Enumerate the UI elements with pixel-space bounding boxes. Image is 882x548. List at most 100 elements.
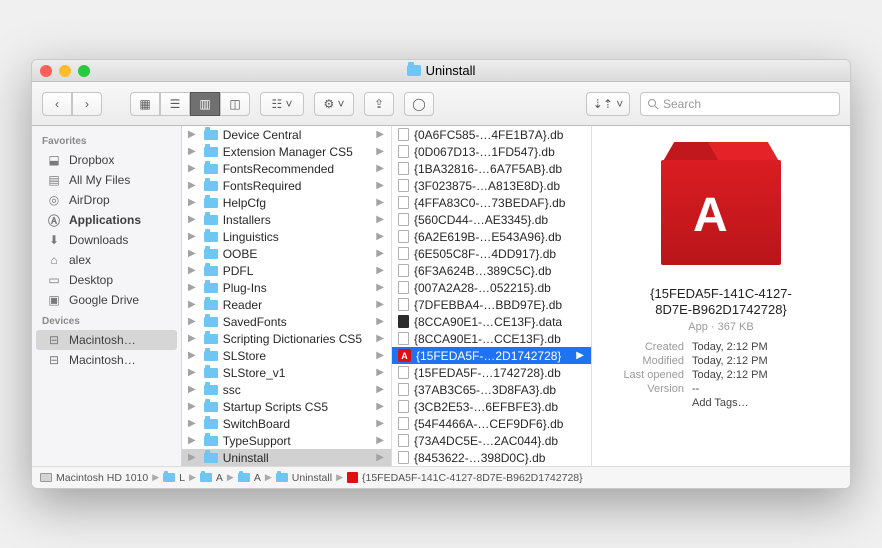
sidebar-item-alex[interactable]: ⌂alex [32, 250, 181, 270]
sidebar-item-label: Google Drive [69, 293, 139, 307]
file-row[interactable]: {560CD44-…AE3345}.db [392, 211, 591, 228]
folder-row[interactable]: ▶Uninstall▶ [182, 449, 391, 466]
file-row[interactable]: {8453622-…398D0C}.db [392, 449, 591, 466]
folder-row[interactable]: ▶Reader▶ [182, 296, 391, 313]
file-row[interactable]: {1BA32816-…6A7F5AB}.db [392, 160, 591, 177]
sidebar-item-airdrop[interactable]: ◎AirDrop [32, 190, 181, 210]
sidebar-item-dropbox[interactable]: ⬓Dropbox [32, 150, 181, 170]
sidebar-device-0[interactable]: ⊟Macintosh… [36, 330, 177, 350]
folder-row[interactable]: ▶PDFL▶ [182, 262, 391, 279]
file-name: {6E505C8F-…4DD917}.db [414, 247, 556, 261]
file-row[interactable]: {37AB3C65-…3D8FA3}.db [392, 381, 591, 398]
sidebar-item-googledrive[interactable]: ▣Google Drive [32, 290, 181, 310]
view-column-button[interactable]: ▥ [190, 92, 220, 116]
view-coverflow-button[interactable]: ◫ [220, 92, 250, 116]
path-segment[interactable]: Macintosh HD 1010 [56, 472, 148, 484]
sidebar-device-1[interactable]: ⊟Macintosh… [32, 350, 181, 370]
arrange-button[interactable]: ☷ ˅ [260, 92, 304, 116]
file-row[interactable]: {0D067D13-…1FD547}.db [392, 143, 591, 160]
file-row[interactable]: {7DFEBBA4-…BBD97E}.db [392, 296, 591, 313]
expand-icon: ▶ [188, 316, 196, 327]
file-row[interactable]: {4FFA83C0-…73BEDAF}.db [392, 194, 591, 211]
tags-button[interactable]: ◯ [404, 92, 434, 116]
folder-name: SavedFonts [223, 315, 287, 329]
file-row[interactable]: {3F023875-…A813E8D}.db [392, 177, 591, 194]
folder-row[interactable]: ▶Plug-Ins▶ [182, 279, 391, 296]
sidebar-item-allmyfiles[interactable]: ▤All My Files [32, 170, 181, 190]
file-icon [398, 128, 409, 141]
action-button[interactable]: ⚙ ˅ [314, 92, 354, 116]
folder-name: HelpCfg [223, 196, 266, 210]
sidebar-heading-favorites: Favorites [32, 130, 181, 150]
file-icon [398, 383, 409, 396]
folder-row[interactable]: ▶OOBE▶ [182, 245, 391, 262]
folder-row[interactable]: ▶Scripting Dictionaries CS5▶ [182, 330, 391, 347]
file-row[interactable]: {0A6FC585-…4FE1B7A}.db [392, 126, 591, 143]
dropbox-icon: ⬓ [46, 153, 62, 167]
forward-button[interactable]: › [72, 92, 102, 116]
file-row[interactable]: {3CB2E53-…6EFBFE3}.db [392, 398, 591, 415]
folder-row[interactable]: ▶Linguistics▶ [182, 228, 391, 245]
close-button[interactable] [40, 65, 52, 77]
folder-row[interactable]: ▶FontsRequired▶ [182, 177, 391, 194]
file-name: {54F4466A-…CEF9DF6}.db [414, 417, 563, 431]
folder-row[interactable]: ▶SLStore_v1▶ [182, 364, 391, 381]
sidebar-item-label: Macintosh… [69, 353, 136, 367]
file-row[interactable]: {6F3A624B…389C5C}.db [392, 262, 591, 279]
path-segment[interactable]: Uninstall [292, 472, 332, 484]
folder-row[interactable]: ▶SavedFonts▶ [182, 313, 391, 330]
add-tags-link[interactable]: Add Tags… [692, 397, 836, 409]
path-separator-icon: ▶ [265, 472, 272, 483]
home-icon: ⌂ [46, 253, 62, 267]
folder-name: Linguistics [223, 230, 279, 244]
sidebar: Favorites ⬓Dropbox▤All My Files◎AirDropⒶ… [32, 126, 182, 466]
path-segment[interactable]: A [254, 472, 261, 484]
dropbox-button[interactable]: ⇣⇡ ˅ [586, 92, 630, 116]
share-button[interactable]: ⇪ [364, 92, 394, 116]
folder-icon [238, 473, 250, 482]
file-row[interactable]: {15FEDA5F-…1742728}.db [392, 364, 591, 381]
path-segment[interactable]: L [179, 472, 185, 484]
folder-row[interactable]: ▶Device Central▶ [182, 126, 391, 143]
folder-row[interactable]: ▶SwitchBoard▶ [182, 415, 391, 432]
file-row[interactable]: A{15FEDA5F-…2D1742728}▶ [392, 347, 591, 364]
folder-row[interactable]: ▶Startup Scripts CS5▶ [182, 398, 391, 415]
meta-version-label: Version [606, 383, 684, 395]
titlebar[interactable]: Uninstall [32, 60, 850, 82]
minimize-button[interactable] [59, 65, 71, 77]
zoom-button[interactable] [78, 65, 90, 77]
path-segment[interactable]: {15FEDA5F-141C-4127-8D7E-B962D1742728} [362, 472, 583, 484]
folder-row[interactable]: ▶Installers▶ [182, 211, 391, 228]
search-input[interactable]: Search [640, 92, 840, 116]
file-row[interactable]: {8CCA90E1-…CCE13F}.db [392, 330, 591, 347]
sidebar-item-downloads[interactable]: ⬇Downloads [32, 230, 181, 250]
sidebar-item-desktop[interactable]: ▭Desktop [32, 270, 181, 290]
folder-row[interactable]: ▶SLStore▶ [182, 347, 391, 364]
folder-row[interactable]: ▶TypeSupport▶ [182, 432, 391, 449]
folder-icon [200, 473, 212, 482]
view-list-button[interactable]: ☰ [160, 92, 190, 116]
folder-name: Plug-Ins [223, 281, 267, 295]
file-icon [398, 247, 409, 260]
file-row[interactable]: {73A4DC5E-…2AC044}.db [392, 432, 591, 449]
file-row[interactable]: {007A2A28-…052215}.db [392, 279, 591, 296]
folder-row[interactable]: ▶HelpCfg▶ [182, 194, 391, 211]
back-button[interactable]: ‹ [42, 92, 72, 116]
file-row[interactable]: {54F4466A-…CEF9DF6}.db [392, 415, 591, 432]
sidebar-item-applications[interactable]: ⒶApplications [32, 210, 181, 230]
folder-row[interactable]: ▶FontsRecommended▶ [182, 160, 391, 177]
file-row[interactable]: {6A2E619B-…E543A96}.db [392, 228, 591, 245]
meta-version-value: -- [692, 383, 836, 395]
column-2[interactable]: {0A6FC585-…4FE1B7A}.db {0D067D13-…1FD547}… [392, 126, 592, 466]
folder-row[interactable]: ▶ssc▶ [182, 381, 391, 398]
column-1[interactable]: ▶Device Central▶▶Extension Manager CS5▶▶… [182, 126, 392, 466]
file-name: {1BA32816-…6A7F5AB}.db [414, 162, 562, 176]
folder-icon [204, 215, 218, 225]
file-row[interactable]: {8CCA90E1-…CE13F}.data [392, 313, 591, 330]
view-icon-button[interactable]: ▦ [130, 92, 160, 116]
folder-row[interactable]: ▶Extension Manager CS5▶ [182, 143, 391, 160]
file-row[interactable]: {6E505C8F-…4DD917}.db [392, 245, 591, 262]
file-name: {0D067D13-…1FD547}.db [414, 145, 555, 159]
path-segment[interactable]: A [216, 472, 223, 484]
path-bar[interactable]: Macintosh HD 1010▶L▶A▶A▶Uninstall▶{15FED… [32, 466, 850, 488]
